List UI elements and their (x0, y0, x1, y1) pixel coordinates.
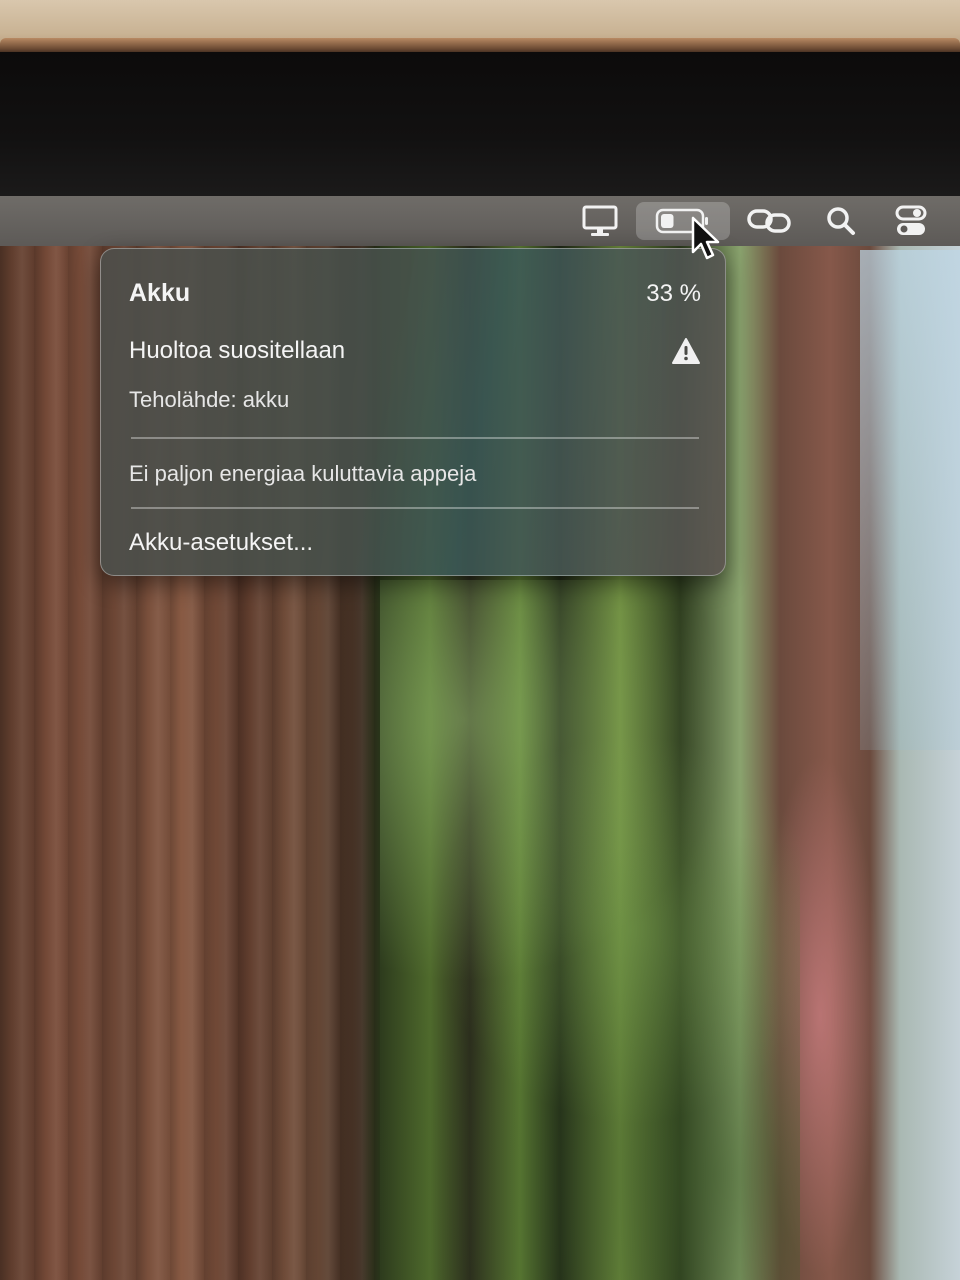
display-menu-button[interactable] (571, 202, 629, 240)
divider (131, 507, 699, 509)
power-source-row: Teholähde: akku (129, 387, 701, 413)
energy-apps-row: Ei paljon energiaa kuluttavia appeja (129, 461, 701, 487)
warning-icon (672, 338, 700, 364)
laptop-bezel (0, 52, 960, 196)
battery-header-row: Akku 33 % (129, 279, 701, 308)
screen-mirroring-menu-button[interactable] (738, 202, 800, 240)
energy-apps-status: Ei paljon energiaa kuluttavia appeja (129, 461, 477, 486)
control-center-button[interactable] (882, 202, 940, 240)
battery-settings-item[interactable]: Akku-asetukset... (129, 529, 701, 557)
divider (131, 437, 699, 439)
wallpaper-forest (380, 580, 800, 1280)
wallpaper-sky (860, 250, 960, 750)
display-icon (582, 205, 618, 236)
battery-popover: Akku 33 % Huoltoa suositellaan Teholähde… (100, 248, 726, 576)
menu-bar (0, 196, 960, 246)
search-icon (827, 207, 855, 235)
battery-title: Akku (129, 279, 191, 307)
power-source: Teholähde: akku (129, 387, 290, 412)
control-center-icon (895, 205, 927, 235)
battery-condition-row[interactable]: Huoltoa suositellaan (129, 337, 701, 365)
screen-mirroring-icon (747, 209, 791, 233)
mouse-pointer-icon (691, 216, 720, 260)
battery-condition: Huoltoa suositellaan (129, 337, 346, 364)
battery-settings-link[interactable]: Akku-asetukset... (129, 529, 313, 557)
spotlight-search-button[interactable] (812, 202, 870, 240)
battery-percent: 33 % (646, 279, 701, 307)
